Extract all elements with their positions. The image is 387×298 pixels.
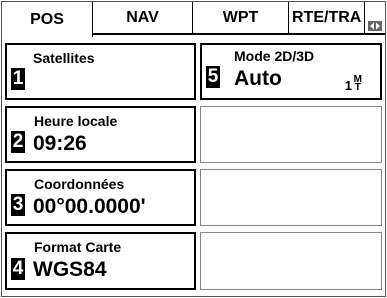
field-value: 00°00.0000' bbox=[33, 195, 146, 218]
data-field-satellites[interactable]: 1 Satellites bbox=[5, 43, 196, 100]
field-number: 5 bbox=[206, 66, 220, 88]
data-field-format-carte[interactable]: 4 Format Carte WGS84 bbox=[5, 232, 196, 290]
unit-bottom: T bbox=[354, 82, 361, 93]
field-value: 09:26 bbox=[33, 132, 87, 155]
field-label: Mode 2D/3D bbox=[234, 48, 315, 64]
field-number: 2 bbox=[11, 131, 25, 153]
tab-bar: POS NAV WPT RTE/TRA bbox=[2, 2, 385, 37]
tab-pos[interactable]: POS bbox=[2, 2, 93, 37]
data-field-mode-2d-3d[interactable]: 5 Mode 2D/3D Auto 1 M T bbox=[200, 43, 382, 100]
data-field-coordonnees[interactable]: 3 Coordonnées 00°00.0000' bbox=[5, 169, 196, 226]
left-right-arrows-icon bbox=[368, 21, 382, 31]
data-field-empty-7[interactable] bbox=[200, 169, 382, 226]
field-unit: M T bbox=[354, 75, 362, 93]
field-number: 4 bbox=[11, 258, 25, 280]
data-field-heure-locale[interactable]: 2 Heure locale 09:26 bbox=[5, 106, 196, 163]
field-label: Coordonnées bbox=[34, 176, 125, 192]
data-field-empty-8[interactable] bbox=[200, 232, 382, 290]
field-unit-number: 1 bbox=[344, 78, 352, 93]
data-field-empty-6[interactable] bbox=[200, 106, 382, 163]
gps-screen: POS NAV WPT RTE/TRA 1 Satellites 2 Heure… bbox=[1, 1, 386, 297]
tab-wpt[interactable]: WPT bbox=[193, 2, 289, 35]
field-number: 1 bbox=[11, 68, 25, 90]
field-label: Format Carte bbox=[34, 239, 122, 255]
field-value: WGS84 bbox=[33, 258, 107, 281]
field-label: Satellites bbox=[33, 50, 95, 66]
tab-scroll-arrows[interactable] bbox=[365, 2, 385, 35]
tab-rte-tra[interactable]: RTE/TRA bbox=[289, 2, 365, 35]
field-label: Heure locale bbox=[34, 113, 118, 129]
field-number: 3 bbox=[11, 194, 25, 216]
tab-nav[interactable]: NAV bbox=[93, 2, 193, 35]
field-value: Auto bbox=[234, 67, 282, 90]
